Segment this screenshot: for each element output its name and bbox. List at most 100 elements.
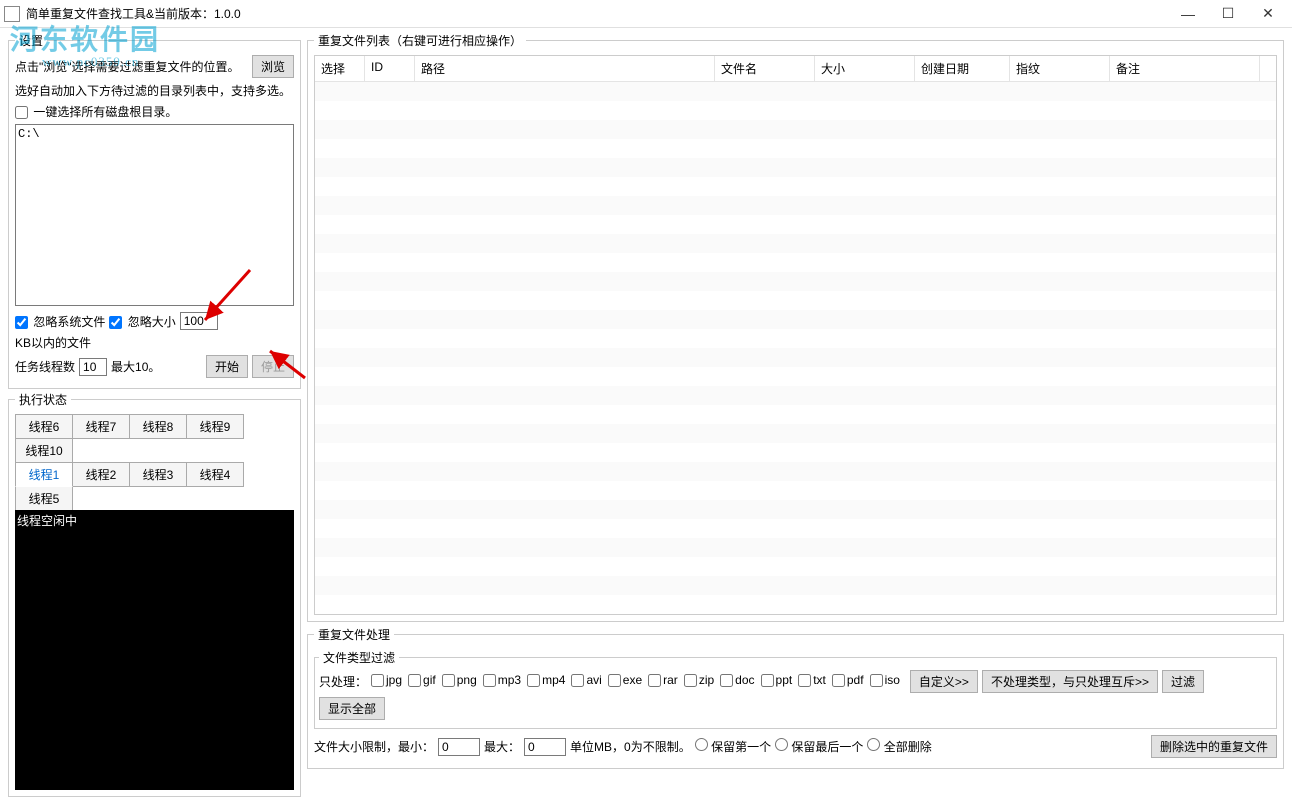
browse-button[interactable]: 浏览 bbox=[252, 55, 294, 78]
filetype-checkbox-txt[interactable] bbox=[798, 674, 811, 687]
thread-tab[interactable]: 线程7 bbox=[72, 414, 130, 439]
table-body[interactable] bbox=[315, 82, 1276, 614]
column-header[interactable]: 路径 bbox=[415, 56, 715, 81]
app-icon bbox=[4, 6, 20, 22]
column-header[interactable]: 文件名 bbox=[715, 56, 815, 81]
browse-instruction: 点击"浏览"选择需要过滤重复文件的位置。 bbox=[15, 58, 248, 75]
size-max-input[interactable] bbox=[524, 738, 566, 756]
filetype-checkbox-rar[interactable] bbox=[648, 674, 661, 687]
ignore-size-option[interactable]: 忽略大小 bbox=[109, 313, 175, 330]
exclude-types-button[interactable]: 不处理类型，与只处理互斥>> bbox=[982, 670, 1158, 693]
thread-tab[interactable]: 线程5 bbox=[15, 486, 73, 511]
filetype-option-mp4[interactable]: mp4 bbox=[527, 673, 565, 687]
exec-legend: 执行状态 bbox=[15, 391, 71, 408]
thread-tab[interactable]: 线程10 bbox=[15, 438, 73, 463]
thread-tab[interactable]: 线程2 bbox=[72, 462, 130, 487]
filetype-checkbox-doc[interactable] bbox=[720, 674, 733, 687]
filetype-option-zip[interactable]: zip bbox=[684, 673, 714, 687]
file-type-filter-legend: 文件类型过滤 bbox=[319, 649, 399, 666]
delete-all-radio[interactable] bbox=[867, 738, 880, 751]
thread-console: 线程空闲中 bbox=[15, 510, 294, 790]
filetype-checkbox-ppt[interactable] bbox=[761, 674, 774, 687]
close-button[interactable]: ✕ bbox=[1248, 1, 1288, 27]
filetype-option-gif[interactable]: gif bbox=[408, 673, 436, 687]
ignore-size-input[interactable] bbox=[180, 312, 218, 330]
filetype-option-rar[interactable]: rar bbox=[648, 673, 678, 687]
column-header[interactable]: 指纹 bbox=[1010, 56, 1110, 81]
filetype-checkbox-iso[interactable] bbox=[870, 674, 883, 687]
keep-first-radio[interactable] bbox=[695, 738, 708, 751]
select-all-drives-checkbox[interactable] bbox=[15, 106, 28, 119]
filetype-option-mp3[interactable]: mp3 bbox=[483, 673, 521, 687]
thread-tabs-row2: 线程1线程2线程3线程4 线程5 bbox=[15, 462, 294, 510]
filetype-checkbox-mp4[interactable] bbox=[527, 674, 540, 687]
thread-tab[interactable]: 线程9 bbox=[186, 414, 244, 439]
stop-button[interactable]: 停止 bbox=[252, 355, 294, 378]
filetype-option-iso[interactable]: iso bbox=[870, 673, 900, 687]
keep-last-radio[interactable] bbox=[775, 738, 788, 751]
filetype-option-jpg[interactable]: jpg bbox=[371, 673, 402, 687]
directory-list[interactable]: C:\ bbox=[15, 124, 294, 306]
threads-label: 任务线程数 bbox=[15, 358, 75, 375]
dup-process-group: 重复文件处理 文件类型过滤 只处理： jpggifpngmp3mp4aviexe… bbox=[307, 626, 1284, 769]
size-max-label: 最大： bbox=[484, 738, 520, 755]
filetype-checkbox-mp3[interactable] bbox=[483, 674, 496, 687]
filetype-checkbox-zip[interactable] bbox=[684, 674, 697, 687]
filter-button[interactable]: 过滤 bbox=[1162, 670, 1204, 693]
dup-list-legend: 重复文件列表（右键可进行相应操作） bbox=[314, 32, 526, 49]
filetype-option-png[interactable]: png bbox=[442, 673, 477, 687]
filetype-checkbox-avi[interactable] bbox=[571, 674, 584, 687]
filetype-option-exe[interactable]: exe bbox=[608, 673, 642, 687]
filetype-option-doc[interactable]: doc bbox=[720, 673, 754, 687]
exec-status-group: 执行状态 线程6线程7线程8线程9 线程10 线程1线程2线程3线程4 线程5 线程… bbox=[8, 391, 301, 797]
file-type-filter-group: 文件类型过滤 只处理： jpggifpng mp3 mp4 aviexerarzipd… bbox=[314, 649, 1277, 729]
keep-last-option[interactable]: 保留最后一个 bbox=[775, 738, 863, 755]
filetype-checkbox-jpg[interactable] bbox=[371, 674, 384, 687]
size-min-label: 文件大小限制，最小： bbox=[314, 738, 434, 755]
thread-tab[interactable]: 线程4 bbox=[186, 462, 244, 487]
filetype-option-ppt[interactable]: ppt bbox=[761, 673, 793, 687]
threads-input[interactable] bbox=[79, 358, 107, 376]
only-process-label: 只处理： bbox=[319, 673, 367, 690]
filetype-checkbox-png[interactable] bbox=[442, 674, 455, 687]
ignore-size-suffix: KB以内的文件 bbox=[15, 334, 91, 351]
start-button[interactable]: 开始 bbox=[206, 355, 248, 378]
filetype-checkbox-exe[interactable] bbox=[608, 674, 621, 687]
thread-tab[interactable]: 线程3 bbox=[129, 462, 187, 487]
column-header[interactable]: 选择 bbox=[315, 56, 365, 81]
column-header[interactable]: 备注 bbox=[1110, 56, 1260, 81]
thread-tab[interactable]: 线程1 bbox=[15, 462, 73, 487]
filetype-option-avi[interactable]: avi bbox=[571, 673, 601, 687]
filetype-option-pdf[interactable]: pdf bbox=[832, 673, 864, 687]
delete-selected-button[interactable]: 删除选中的重复文件 bbox=[1151, 735, 1277, 758]
delete-all-option[interactable]: 全部删除 bbox=[867, 738, 931, 755]
filetype-checkbox-pdf[interactable] bbox=[832, 674, 845, 687]
filetype-option-txt[interactable]: txt bbox=[798, 673, 826, 687]
multi-select-note: 选好自动加入下方待过滤的目录列表中，支持多选。 bbox=[15, 82, 291, 99]
window-controls: — ☐ ✕ bbox=[1168, 1, 1288, 27]
maximize-button[interactable]: ☐ bbox=[1208, 1, 1248, 27]
column-header[interactable]: 大小 bbox=[815, 56, 915, 81]
thread-tab[interactable]: 线程8 bbox=[129, 414, 187, 439]
settings-group: 设置 点击"浏览"选择需要过滤重复文件的位置。 浏览 选好自动加入下方待过滤的目… bbox=[8, 32, 301, 389]
ignore-size-checkbox[interactable] bbox=[109, 316, 122, 329]
thread-tab[interactable]: 线程6 bbox=[15, 414, 73, 439]
custom-types-button[interactable]: 自定义>> bbox=[910, 670, 978, 693]
window-title: 简单重复文件查找工具&当前版本：1.0.0 bbox=[26, 5, 1168, 22]
size-unit-note: 单位MB，0为不限制。 bbox=[570, 738, 691, 755]
column-header[interactable]: 创建日期 bbox=[915, 56, 1010, 81]
directory-entry[interactable]: C:\ bbox=[18, 127, 291, 141]
keep-first-option[interactable]: 保留第一个 bbox=[695, 738, 771, 755]
dup-list-group: 重复文件列表（右键可进行相应操作） 选择ID路径文件名大小创建日期指纹备注 bbox=[307, 32, 1284, 622]
filetype-checkbox-gif[interactable] bbox=[408, 674, 421, 687]
ignore-system-option[interactable]: 忽略系统文件 bbox=[15, 313, 105, 330]
table-header: 选择ID路径文件名大小创建日期指纹备注 bbox=[315, 56, 1276, 82]
ignore-system-checkbox[interactable] bbox=[15, 316, 28, 329]
size-min-input[interactable] bbox=[438, 738, 480, 756]
minimize-button[interactable]: — bbox=[1168, 1, 1208, 27]
column-header[interactable]: ID bbox=[365, 56, 415, 81]
titlebar: 简单重复文件查找工具&当前版本：1.0.0 — ☐ ✕ bbox=[0, 0, 1292, 28]
show-all-button[interactable]: 显示全部 bbox=[319, 697, 385, 720]
dup-table[interactable]: 选择ID路径文件名大小创建日期指纹备注 bbox=[314, 55, 1277, 615]
select-all-drives-option[interactable]: 一键选择所有磁盘根目录。 bbox=[15, 103, 177, 120]
